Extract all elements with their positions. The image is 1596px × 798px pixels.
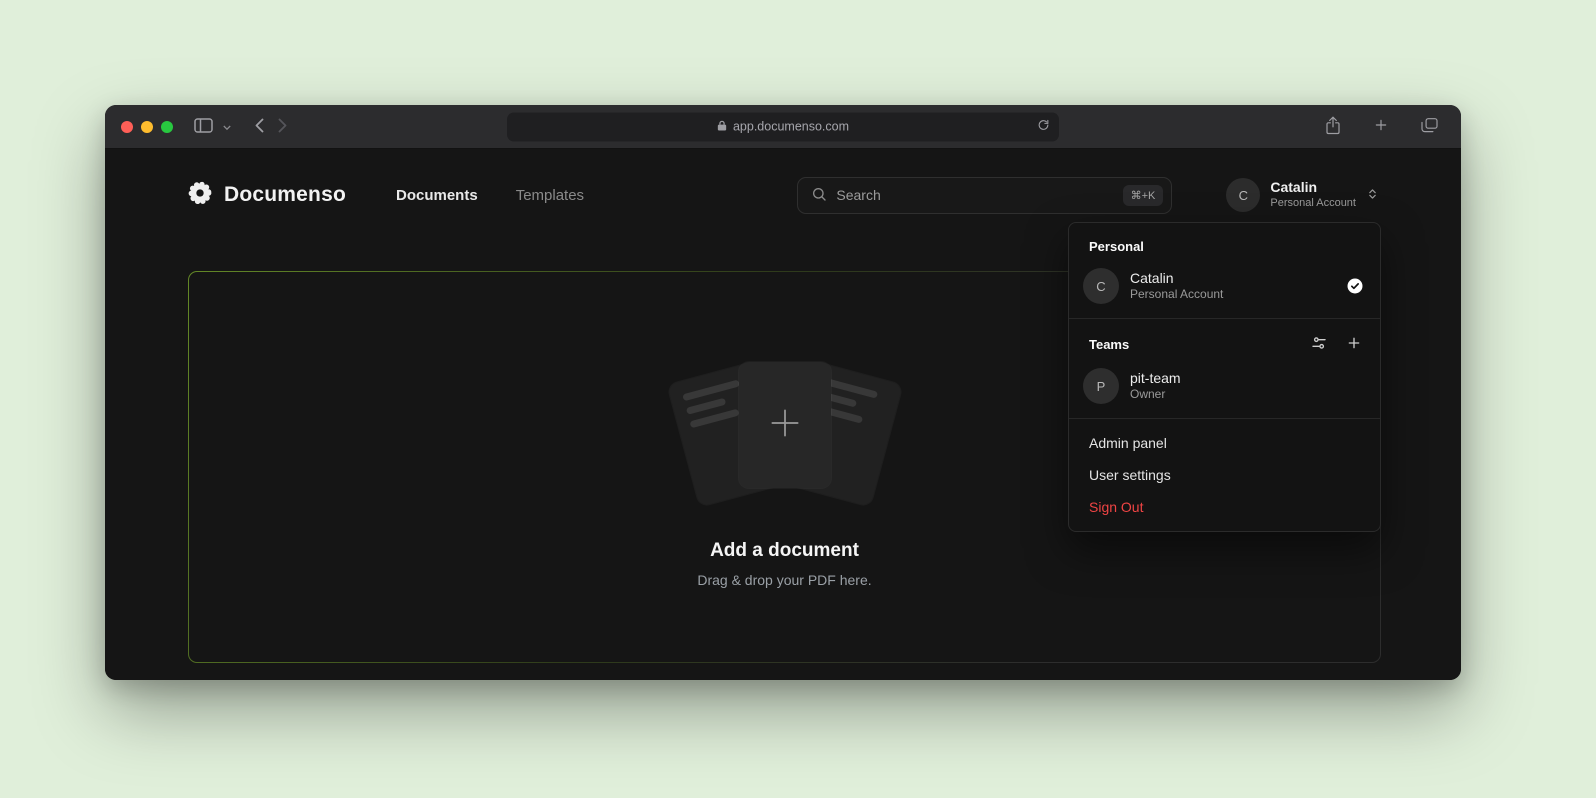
sidebar-icon	[194, 118, 213, 136]
nav-documents[interactable]: Documents	[396, 187, 478, 204]
share-icon	[1325, 116, 1341, 138]
address-bar[interactable]: app.documenso.com	[507, 112, 1059, 141]
menu-separator	[1069, 318, 1380, 319]
chevron-left-icon	[255, 118, 264, 136]
team-role: Owner	[1130, 387, 1181, 403]
menu-actions: Admin panel User settings Sign Out	[1069, 421, 1380, 525]
tabs-icon	[1421, 118, 1438, 136]
personal-type: Personal Account	[1130, 287, 1223, 303]
search-shortcut-badge: ⌘+K	[1123, 185, 1164, 206]
personal-name: Catalin	[1130, 269, 1223, 287]
browser-toolbar: app.documenso.com	[105, 105, 1461, 149]
chevrons-up-down-icon	[1366, 187, 1379, 204]
menu-item-sign-out[interactable]: Sign Out	[1069, 491, 1380, 523]
url-text: app.documenso.com	[733, 120, 849, 134]
add-document-plus-icon	[766, 404, 804, 447]
personal-avatar: C	[1083, 268, 1119, 304]
settings-sliders-icon	[1311, 335, 1327, 354]
illustration-card-center	[739, 362, 831, 488]
brand-name: Documenso	[224, 183, 346, 207]
teams-section-label: Teams	[1089, 337, 1129, 352]
share-button[interactable]	[1320, 112, 1346, 142]
toolbar-right-actions	[1320, 105, 1443, 148]
chevron-right-icon	[278, 118, 287, 136]
traffic-lights	[121, 121, 173, 133]
teams-section-header: Teams	[1069, 321, 1380, 362]
team-item[interactable]: P pit-team Owner	[1069, 362, 1380, 416]
browser-window: app.documenso.com	[105, 105, 1461, 680]
reload-button[interactable]	[1035, 117, 1052, 137]
main-nav: Documents Templates	[396, 187, 584, 204]
back-button[interactable]	[250, 114, 269, 140]
traffic-light-zoom[interactable]	[161, 121, 173, 133]
personal-account-item[interactable]: C Catalin Personal Account	[1069, 262, 1380, 316]
chevron-down-icon	[223, 119, 231, 134]
traffic-light-minimize[interactable]	[141, 121, 153, 133]
account-name: Catalin	[1270, 179, 1317, 197]
menu-item-admin-panel[interactable]: Admin panel	[1069, 427, 1380, 459]
reload-icon	[1037, 119, 1050, 135]
app-content: Documenso Documents Templates Search ⌘+K…	[105, 149, 1461, 680]
dropzone-subtitle: Drag & drop your PDF here.	[697, 572, 871, 588]
team-name: pit-team	[1130, 369, 1181, 387]
account-type: Personal Account	[1270, 197, 1356, 211]
account-dropdown-menu: Personal C Catalin Personal Account Team…	[1068, 222, 1381, 532]
search-icon	[811, 186, 827, 205]
team-avatar: P	[1083, 368, 1119, 404]
documents-illustration	[655, 346, 915, 504]
search-placeholder: Search	[836, 187, 880, 203]
sidebar-menu-button[interactable]	[218, 115, 236, 138]
manage-teams-button[interactable]	[1309, 333, 1329, 356]
nav-templates[interactable]: Templates	[516, 187, 584, 204]
plus-icon	[1374, 118, 1388, 135]
dropzone-title: Add a document	[710, 540, 859, 562]
account-avatar: C	[1226, 178, 1260, 212]
new-tab-button[interactable]	[1369, 114, 1393, 139]
search-input[interactable]: Search ⌘+K	[797, 177, 1172, 214]
create-team-button[interactable]	[1344, 333, 1364, 356]
documenso-logo-icon	[187, 180, 213, 211]
sidebar-toggle-button[interactable]	[189, 114, 218, 140]
menu-separator	[1069, 418, 1380, 419]
menu-item-user-settings[interactable]: User settings	[1069, 459, 1380, 491]
brand[interactable]: Documenso	[187, 180, 346, 211]
personal-section-label: Personal	[1069, 227, 1380, 262]
traffic-light-close[interactable]	[121, 121, 133, 133]
tab-overview-button[interactable]	[1416, 114, 1443, 140]
plus-icon	[1346, 335, 1362, 354]
account-menu-trigger[interactable]: C Catalin Personal Account	[1226, 178, 1379, 212]
forward-button[interactable]	[273, 114, 292, 140]
lock-icon	[717, 119, 727, 134]
selected-check-icon	[1346, 277, 1364, 295]
